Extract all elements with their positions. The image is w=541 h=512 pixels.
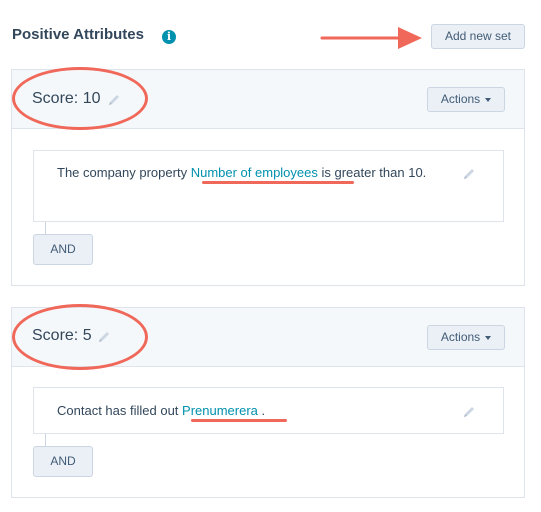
connector-line	[45, 220, 46, 235]
actions-dropdown[interactable]: Actions	[427, 87, 505, 112]
info-icon[interactable]: i	[162, 30, 176, 44]
form-link[interactable]: Prenumerera	[182, 403, 258, 418]
actions-dropdown[interactable]: Actions	[427, 325, 505, 350]
actions-label: Actions	[440, 92, 481, 106]
and-button[interactable]: AND	[33, 234, 93, 265]
actions-label: Actions	[440, 330, 481, 344]
caret-down-icon	[485, 335, 492, 340]
edit-rule-pencil-icon[interactable]	[462, 405, 476, 419]
property-link[interactable]: Number of employees	[191, 165, 318, 180]
connector-line	[45, 432, 46, 447]
rule-prefix: The company property	[57, 165, 188, 180]
rule-box: The company property Number of employees…	[33, 150, 504, 222]
caret-down-icon	[485, 97, 492, 102]
rule-suffix: .	[261, 403, 266, 418]
and-button[interactable]: AND	[33, 446, 93, 477]
edit-rule-pencil-icon[interactable]	[462, 167, 476, 181]
rule-box: Contact has filled out Prenumerera .	[33, 387, 504, 434]
annotation-ellipse	[12, 304, 148, 370]
annotation-underline	[191, 419, 287, 422]
annotation-underline	[202, 181, 354, 184]
annotation-arrow	[320, 27, 422, 49]
annotation-ellipse	[12, 67, 148, 130]
rule-prefix: Contact has filled out	[57, 403, 179, 418]
page-title: Positive Attributes	[12, 26, 144, 43]
rule-suffix: is greater than 10.	[321, 165, 427, 180]
add-new-set-button[interactable]: Add new set	[431, 24, 525, 49]
